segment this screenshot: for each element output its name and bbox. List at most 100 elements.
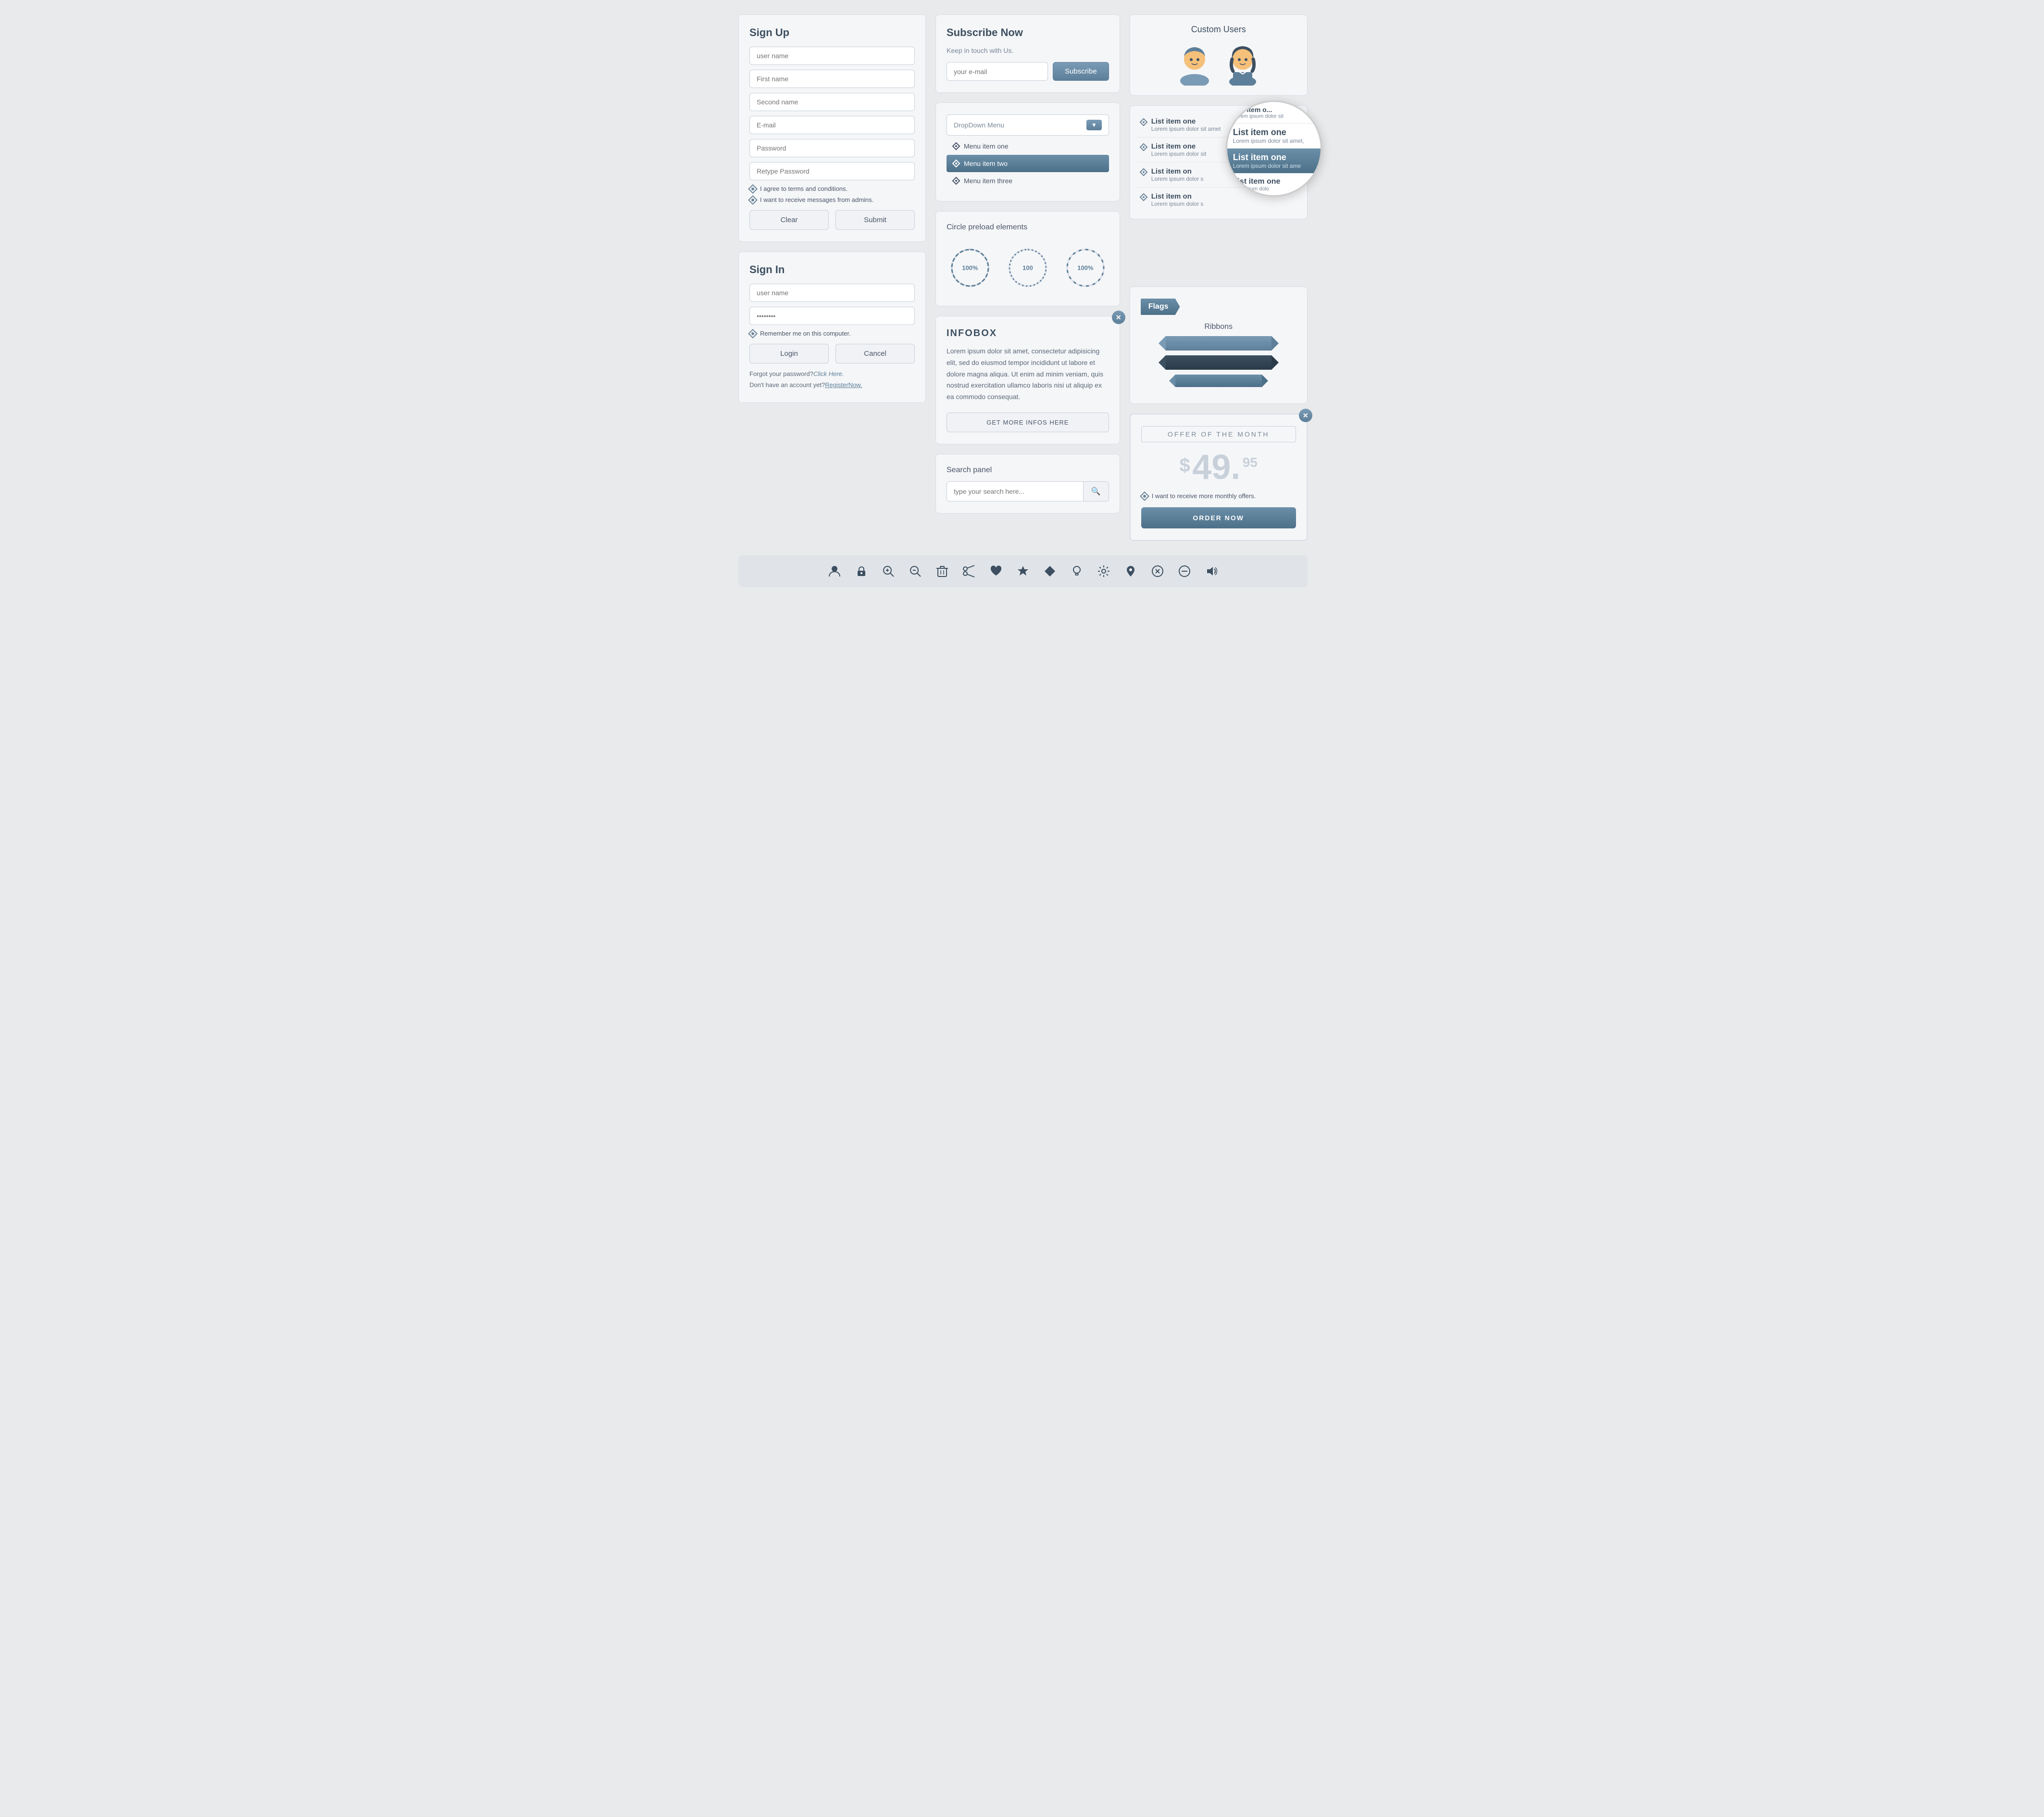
menu-items: Menu item one Menu item two Menu item th… xyxy=(947,138,1109,189)
person-icon[interactable] xyxy=(828,565,841,577)
mag-item-1-desc: Lorem ipsum dolor sit xyxy=(1233,113,1315,119)
list-bullet-4 xyxy=(1139,193,1147,201)
subscribe-button[interactable]: Subscribe xyxy=(1053,62,1109,81)
search-button[interactable]: 🔍 xyxy=(1083,482,1109,501)
circle-three-label: 100% xyxy=(1077,264,1093,272)
subscribe-subtitle: Keep in touch with Us. xyxy=(947,47,1109,54)
preload-title: Circle preload elements xyxy=(947,223,1109,232)
flags-ribbons-panel: Flags Ribbons xyxy=(1130,287,1308,404)
volume-icon[interactable] xyxy=(1205,565,1218,577)
submit-button[interactable]: Submit xyxy=(835,210,915,230)
secondname-input[interactable] xyxy=(749,93,915,111)
offer-close-button[interactable]: ✕ xyxy=(1299,409,1312,422)
terms-checkbox[interactable] xyxy=(748,184,758,194)
offer-price-cents: 95 xyxy=(1243,455,1258,470)
dropdown-arrow-icon[interactable]: ▼ xyxy=(1086,120,1102,130)
signin-username-input[interactable] xyxy=(749,284,915,302)
subscribe-email-input[interactable] xyxy=(947,62,1048,81)
dropdown-placeholder: DropDown Menu xyxy=(954,121,1004,129)
mag-item-2-title: List item one xyxy=(1233,127,1315,138)
magnifier-overlay: List item o... Lorem ipsum dolor sit Lis… xyxy=(1226,100,1322,197)
mag-item-3-desc: Lorem ipsum dolor sit ame xyxy=(1233,163,1315,169)
remember-label: Remember me on this computer. xyxy=(760,330,851,337)
forgot-text: Forgot your password? xyxy=(749,370,813,377)
close-circle-icon[interactable] xyxy=(1151,565,1164,577)
messages-checkbox-row[interactable]: I want to receive messages from admins. xyxy=(749,196,915,203)
lock-icon[interactable] xyxy=(855,565,868,577)
offer-price-main: 49. xyxy=(1192,448,1240,487)
list-item-2-desc: Lorem ipsum dolor sit xyxy=(1151,150,1207,157)
forgot-row: Forgot your password?Click Here. Don't h… xyxy=(749,368,915,391)
menu-item-three-label: Menu item three xyxy=(964,177,1012,185)
gear-icon[interactable] xyxy=(1097,565,1110,577)
ribbon-3 xyxy=(1141,375,1296,387)
menu-item-one-icon xyxy=(952,142,960,150)
subscribe-row: Subscribe xyxy=(947,62,1109,81)
mag-item-2-desc: Lorem ipsum dolor sit amet, xyxy=(1233,138,1315,144)
terms-label: I agree to terms and conditions. xyxy=(760,185,848,192)
dropdown-panel: DropDown Menu ▼ Menu item one Menu item … xyxy=(935,102,1120,201)
signin-password-input[interactable] xyxy=(749,307,915,325)
terms-checkbox-row[interactable]: I agree to terms and conditions. xyxy=(749,185,915,192)
signup-btn-row: Clear Submit xyxy=(749,210,915,230)
heart-icon[interactable] xyxy=(990,565,1002,577)
offer-checkbox[interactable] xyxy=(1140,491,1149,501)
mag-item-4-title: List item one xyxy=(1233,177,1315,186)
male-avatar xyxy=(1175,42,1214,86)
infobox-close-button[interactable]: ✕ xyxy=(1112,311,1125,324)
messages-checkbox[interactable] xyxy=(748,195,758,205)
list-item-4-desc: Lorem ipsum dolor s xyxy=(1151,200,1204,207)
remember-checkbox-row[interactable]: Remember me on this computer. xyxy=(749,330,915,337)
infobox-text: Lorem ipsum dolor sit amet, consectetur … xyxy=(947,346,1109,403)
menu-item-two[interactable]: Menu item two xyxy=(947,155,1109,172)
bulb-icon[interactable] xyxy=(1071,565,1083,577)
forgot-link[interactable]: Click Here. xyxy=(813,370,844,377)
menu-item-one-label: Menu item one xyxy=(964,142,1009,150)
minus-circle-icon[interactable] xyxy=(1178,565,1191,577)
infobox-more-button[interactable]: GET MORE INFOS HERE xyxy=(947,413,1109,432)
search-panel: Search panel 🔍 xyxy=(935,454,1120,514)
retype-password-input[interactable] xyxy=(749,162,915,180)
flag-label: Flags xyxy=(1148,302,1169,311)
offer-checkbox-row[interactable]: I want to receive more monthly offers. xyxy=(1141,492,1296,500)
signin-btn-row: Login Cancel xyxy=(749,344,915,363)
offer-price: $ 49. 95 xyxy=(1141,450,1296,485)
flag-section: Flags xyxy=(1141,299,1296,315)
diamond-icon[interactable] xyxy=(1044,565,1056,577)
password-input[interactable] xyxy=(749,139,915,157)
location-icon[interactable] xyxy=(1124,565,1137,577)
preload-circles: 100% 100 100% xyxy=(947,241,1109,294)
menu-item-three[interactable]: Menu item three xyxy=(947,172,1109,189)
register-link[interactable]: RegisterNow. xyxy=(825,381,862,388)
scissors-icon[interactable] xyxy=(963,565,975,577)
trash-icon[interactable] xyxy=(936,565,948,577)
signin-title: Sign In xyxy=(749,263,915,276)
search-title: Search panel xyxy=(947,466,1109,475)
ribbon-1 xyxy=(1141,336,1296,351)
list-item-1-desc: Lorem ipsum dolor sit amet xyxy=(1151,125,1221,132)
search-input[interactable] xyxy=(947,482,1083,501)
login-button[interactable]: Login xyxy=(749,344,829,363)
dropdown-select[interactable]: DropDown Menu ▼ xyxy=(947,114,1109,136)
menu-item-one[interactable]: Menu item one xyxy=(947,138,1109,155)
zoom-out-icon[interactable] xyxy=(909,565,922,577)
order-now-button[interactable]: ORDER NOW xyxy=(1141,507,1296,528)
offer-checkbox-label: I want to receive more monthly offers. xyxy=(1152,492,1256,500)
list-bullet-3 xyxy=(1139,168,1147,176)
username-input[interactable] xyxy=(749,47,915,65)
list-item-4-title: List item on xyxy=(1151,192,1204,200)
offer-dollar-sign: $ xyxy=(1180,455,1190,476)
list-item-2-title: List item one xyxy=(1151,142,1207,150)
zoom-in-icon[interactable] xyxy=(882,565,895,577)
star-icon[interactable] xyxy=(1017,565,1029,577)
clear-button[interactable]: Clear xyxy=(749,210,829,230)
remember-checkbox[interactable] xyxy=(748,329,758,338)
cancel-button[interactable]: Cancel xyxy=(835,344,915,363)
custom-users-title: Custom Users xyxy=(1140,25,1297,35)
firstname-input[interactable] xyxy=(749,70,915,88)
mag-item-3[interactable]: List item one Lorem ipsum dolor sit ame xyxy=(1227,149,1321,174)
subscribe-title: Subscribe Now xyxy=(947,26,1109,39)
email-input[interactable] xyxy=(749,116,915,134)
circle-two: 100 xyxy=(1006,246,1049,289)
mag-item-2[interactable]: List item one Lorem ipsum dolor sit amet… xyxy=(1227,124,1321,149)
